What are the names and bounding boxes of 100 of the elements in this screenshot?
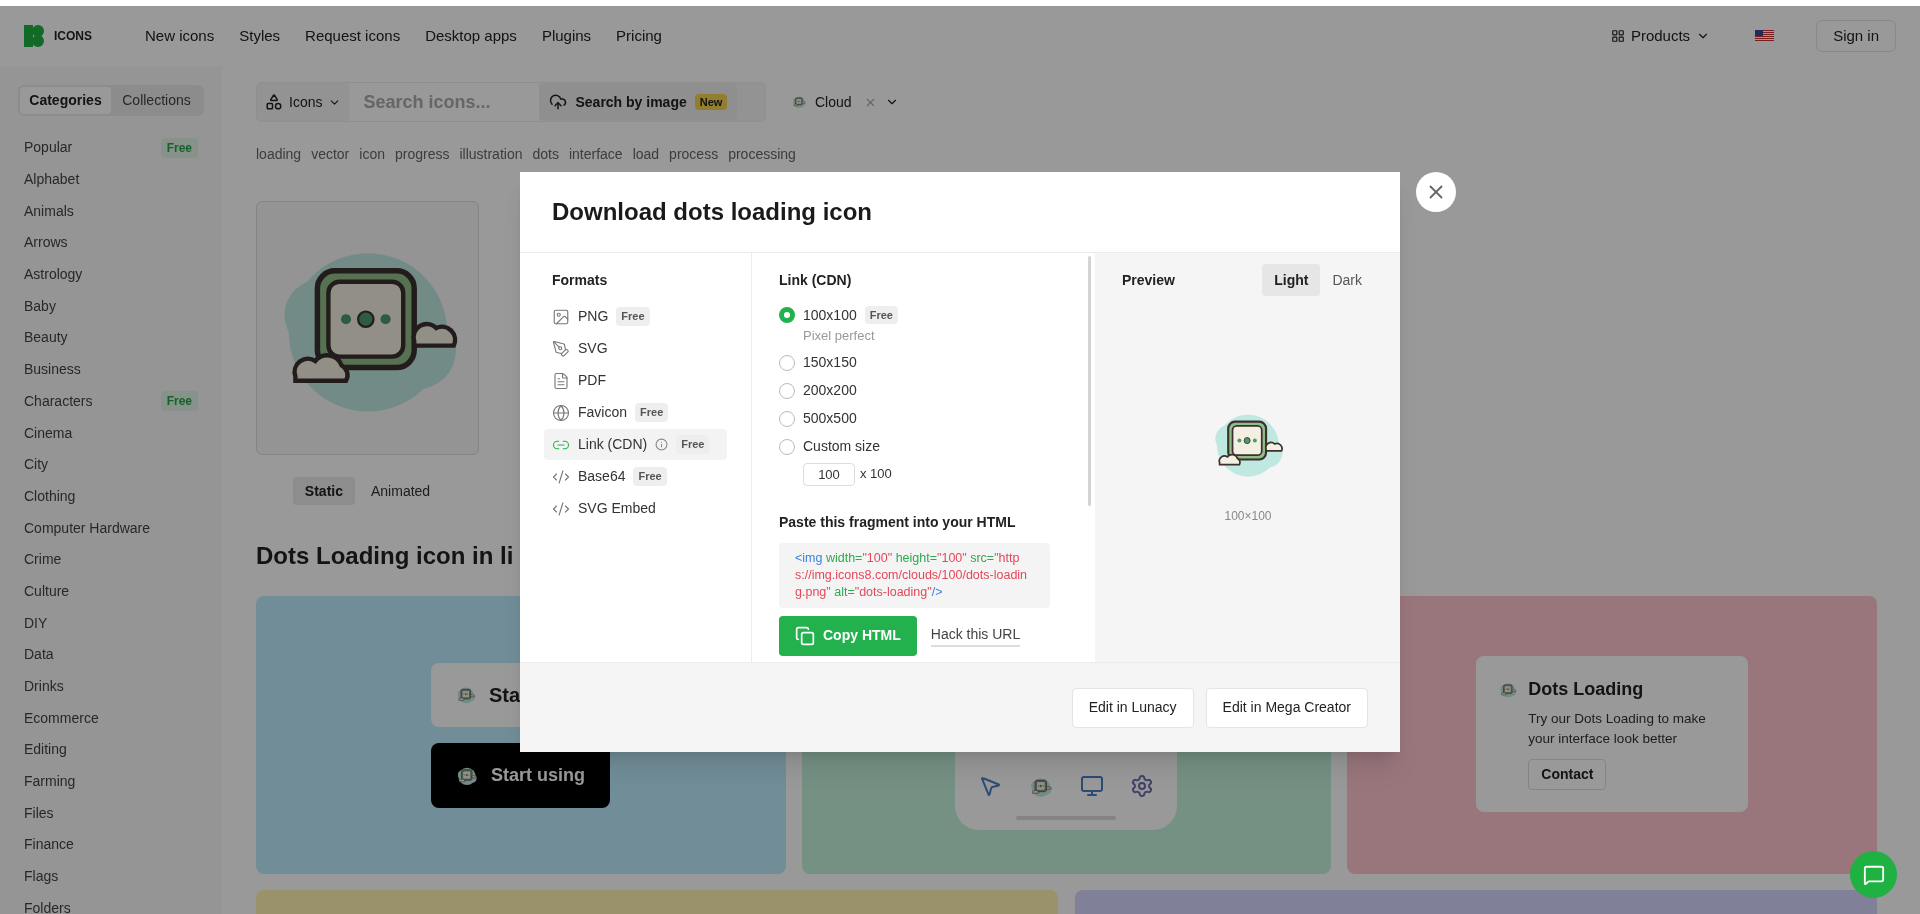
- category-item[interactable]: Crime: [0, 543, 222, 576]
- start-using-button[interactable]: Start using: [431, 743, 610, 808]
- tag-link[interactable]: process: [669, 144, 719, 165]
- format-label: Favicon: [578, 403, 628, 422]
- category-item[interactable]: Folders: [0, 892, 222, 914]
- products-menu[interactable]: Products: [1610, 24, 1711, 48]
- format-item[interactable]: SVG Embed: [544, 493, 727, 524]
- logo-icon[interactable]: [24, 25, 44, 47]
- sign-in-button[interactable]: Sign in: [1816, 20, 1896, 52]
- mode-tab[interactable]: Animated: [359, 477, 443, 505]
- free-badge: Free: [635, 403, 669, 422]
- radio-button[interactable]: [779, 307, 795, 323]
- size-label: Custom size: [803, 437, 881, 456]
- format-label: PNG: [578, 307, 609, 326]
- category-item[interactable]: Animals: [0, 195, 222, 228]
- hack-url-link[interactable]: Hack this URL: [930, 624, 1021, 647]
- category-item[interactable]: DIY: [0, 607, 222, 639]
- format-item[interactable]: PNG Free: [544, 301, 727, 332]
- tag-link[interactable]: illustration: [459, 144, 523, 165]
- tag-link[interactable]: processing: [728, 144, 796, 165]
- category-item[interactable]: Baby: [0, 290, 222, 323]
- theme-tab[interactable]: Light: [1262, 264, 1321, 296]
- format-item[interactable]: Link (CDN) Free: [544, 429, 727, 460]
- category-item[interactable]: Drinks: [0, 670, 222, 703]
- category-item[interactable]: Alphabet: [0, 163, 222, 196]
- category-item[interactable]: Farming: [0, 765, 222, 798]
- free-badge: Free: [160, 391, 198, 412]
- size-label: 100x100: [803, 305, 857, 325]
- nav-link[interactable]: Styles: [239, 24, 281, 48]
- close-button[interactable]: [1416, 172, 1456, 212]
- category-item[interactable]: Clothing: [0, 480, 222, 513]
- contact-button[interactable]: Contact: [1528, 759, 1607, 790]
- category-item[interactable]: Data: [0, 639, 222, 671]
- category-item[interactable]: Characters Free: [0, 385, 222, 418]
- category-item[interactable]: Flags: [0, 860, 222, 893]
- sidebar-tab[interactable]: Categories: [20, 87, 111, 114]
- copy-icon: [795, 625, 815, 646]
- tag-link[interactable]: vector: [311, 144, 350, 165]
- tag-link[interactable]: dots: [532, 144, 559, 165]
- sidebar-tab[interactable]: Collections: [111, 87, 202, 114]
- chat-icon: [1862, 863, 1885, 886]
- tag-link[interactable]: icon: [359, 144, 385, 165]
- category-item[interactable]: Files: [0, 797, 222, 830]
- grid-icon: [1610, 29, 1625, 43]
- new-badge: New: [694, 93, 728, 111]
- icon-type-dropdown[interactable]: Icons: [257, 83, 350, 121]
- category-item[interactable]: Editing: [0, 734, 222, 766]
- style-filter: Cloud: [815, 92, 852, 112]
- nav-link[interactable]: Request icons: [305, 24, 401, 48]
- format-item[interactable]: Favicon Free: [544, 397, 727, 428]
- category-item[interactable]: Cinema: [0, 417, 222, 449]
- editor-button[interactable]: Edit in Lunacy: [1071, 687, 1194, 728]
- code-icon: [552, 499, 570, 518]
- free-badge: Free: [616, 307, 650, 326]
- theme-tab[interactable]: Dark: [1320, 264, 1374, 296]
- document-icon: [552, 371, 570, 390]
- promo-title: Dots Loading: [1528, 678, 1644, 701]
- category-item[interactable]: Arrows: [0, 227, 222, 259]
- category-item[interactable]: Computer Hardware: [0, 512, 222, 544]
- category-item[interactable]: Popular Free: [0, 132, 222, 164]
- nav-link[interactable]: Pricing: [616, 24, 662, 48]
- preview-heading: Preview: [1122, 270, 1175, 290]
- category-item[interactable]: Beauty: [0, 322, 222, 354]
- editor-button[interactable]: Edit in Mega Creator: [1205, 687, 1368, 728]
- code-icon: [552, 467, 570, 486]
- size-input[interactable]: 100: [803, 462, 855, 486]
- code-snippet: <img width="100" height="100" src="https://img.icons8.com/clouds/100/dots-loading.png" alt="dots-loading"/>: [779, 542, 1050, 608]
- format-label: SVG Embed: [578, 499, 656, 518]
- format-item[interactable]: PDF: [544, 365, 727, 396]
- format-label: Base64: [578, 467, 626, 486]
- size-label: 200x200: [803, 381, 857, 400]
- format-item[interactable]: Base64 Free: [544, 461, 727, 492]
- nav-link[interactable]: Desktop apps: [425, 24, 517, 48]
- copy-html-button[interactable]: Copy HTML: [779, 615, 917, 656]
- chat-button[interactable]: [1850, 851, 1897, 898]
- nav-link[interactable]: Plugins: [541, 24, 592, 48]
- mode-tab[interactable]: Static: [292, 477, 355, 505]
- category-item[interactable]: Ecommerce: [0, 702, 222, 735]
- options-heading: Link (CDN): [779, 271, 853, 290]
- shapes-icon: [265, 93, 283, 111]
- search-by-image-button[interactable]: Search by image New: [539, 84, 738, 120]
- size-note: Pixel perfect: [802, 326, 876, 345]
- nav-link[interactable]: New icons: [145, 24, 215, 48]
- format-item[interactable]: SVG: [544, 333, 727, 364]
- category-item[interactable]: City: [0, 448, 222, 481]
- tag-link[interactable]: loading: [256, 144, 302, 165]
- gear-icon: [1130, 774, 1155, 798]
- size-label: 150x150: [803, 353, 857, 372]
- tag-link[interactable]: load: [632, 144, 660, 165]
- category-item[interactable]: Culture: [0, 575, 222, 608]
- cursor-icon: [978, 774, 1003, 798]
- category-item[interactable]: Finance: [0, 829, 222, 861]
- tag-link[interactable]: interface: [568, 144, 623, 165]
- flag-icon[interactable]: [1755, 30, 1775, 42]
- tag-link[interactable]: progress: [394, 144, 450, 165]
- free-badge: Free: [676, 435, 710, 454]
- category-item[interactable]: Business: [0, 353, 222, 386]
- category-item[interactable]: Astrology: [0, 258, 222, 291]
- height-text: x 100: [860, 465, 892, 484]
- free-badge: Free: [160, 137, 198, 158]
